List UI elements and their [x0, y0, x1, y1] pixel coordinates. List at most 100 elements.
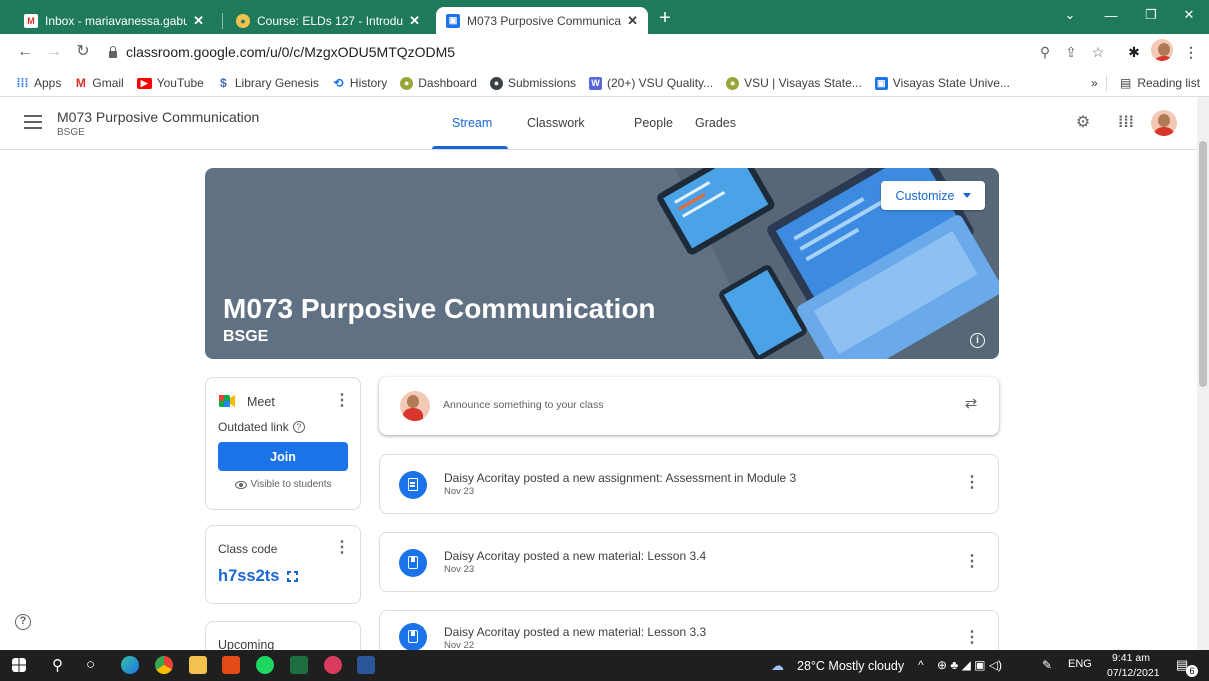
office-icon[interactable]: [222, 656, 240, 674]
classroom-header: M073 Purposive Communication BSGE Stream…: [0, 97, 1197, 150]
scrollbar-thumb[interactable]: [1199, 141, 1207, 387]
bookmark-label: (20+) VSU Quality...: [607, 76, 714, 90]
gmail-icon: M: [74, 76, 88, 90]
customize-label: Customize: [895, 188, 955, 203]
meet-more-options-icon[interactable]: ⋮: [334, 393, 350, 409]
chrome-icon[interactable]: [155, 656, 173, 674]
post-more-options-icon[interactable]: ⋮: [964, 554, 980, 570]
post-date: Nov 23: [444, 564, 475, 575]
close-window-button[interactable]: ✕: [1169, 0, 1209, 30]
clock-time[interactable]: 9:41 am: [1112, 652, 1150, 664]
bookmark-vsu-quality[interactable]: W (20+) VSU Quality...: [589, 76, 713, 90]
reading-list-button[interactable]: ▤ Reading list: [1120, 70, 1200, 96]
bookmark-submissions[interactable]: ● Submissions: [489, 76, 576, 90]
windows-start-icon[interactable]: [12, 658, 26, 672]
bookmark-visayas-state-univ[interactable]: ▣ Visayas State Unive...: [874, 76, 1010, 90]
tab-classwork[interactable]: Classwork: [527, 116, 585, 130]
help-icon[interactable]: ?: [15, 614, 31, 630]
spotify-icon[interactable]: [256, 656, 274, 674]
tab-people[interactable]: People: [634, 116, 673, 130]
forward-arrow-icon[interactable]: →: [44, 42, 64, 62]
pen-icon[interactable]: ✎: [1042, 658, 1052, 672]
bookmark-vsu-visayas[interactable]: ● VSU | Visayas State...: [726, 76, 862, 90]
tab-classroom-active[interactable]: ▣ M073 Purposive Communication ✕: [436, 7, 648, 34]
address-bar[interactable]: classroom.google.com/u/0/c/MzgxODU5MTQzO…: [108, 41, 1068, 63]
moodle-icon: ●: [236, 13, 250, 28]
close-tab-icon[interactable]: ✕: [193, 13, 204, 29]
main-menu-icon[interactable]: [24, 115, 42, 129]
tab-course-elds[interactable]: ● Course: ELDs 127 - Introduction t ✕: [226, 7, 430, 34]
minimize-button[interactable]: —: [1091, 0, 1131, 30]
file-explorer-icon[interactable]: [189, 656, 207, 674]
reuse-post-icon[interactable]: ⇄: [962, 395, 980, 413]
bookmark-gmail[interactable]: M Gmail: [74, 76, 124, 90]
join-button[interactable]: Join: [218, 442, 348, 471]
fullscreen-icon[interactable]: [287, 571, 299, 582]
class-settings-gear-icon[interactable]: ⚙: [1071, 111, 1095, 135]
bookmark-dashboard[interactable]: ● Dashboard: [400, 76, 477, 90]
extensions-icon[interactable]: ✱: [1125, 43, 1143, 61]
url-text: classroom.google.com/u/0/c/MzgxODU5MTQzO…: [126, 44, 456, 60]
weather-text[interactable]: 28°C Mostly cloudy: [797, 659, 904, 673]
share-icon[interactable]: ⇪: [1062, 43, 1080, 61]
post-more-options-icon[interactable]: ⋮: [964, 630, 980, 646]
bookmark-youtube[interactable]: ▶ YouTube: [136, 76, 204, 90]
google-apps-icon[interactable]: ⁞⁞⁞: [1114, 111, 1138, 135]
stream-post[interactable]: Daisy Acoritay posted a new material: Le…: [379, 610, 999, 651]
class-code-more-options-icon[interactable]: ⋮: [334, 540, 350, 556]
chrome-menu-icon[interactable]: ⋮: [1182, 43, 1200, 61]
dashboard-icon: ●: [400, 76, 414, 90]
bookmark-library-genesis[interactable]: $ Library Genesis: [217, 76, 319, 90]
back-arrow-icon[interactable]: ←: [15, 42, 35, 62]
post-date: Nov 23: [444, 486, 475, 497]
post-more-options-icon[interactable]: ⋮: [964, 475, 980, 491]
lock-icon: [108, 46, 118, 58]
bookmarks-overflow-button[interactable]: »: [1091, 70, 1098, 96]
customize-button[interactable]: Customize: [881, 181, 985, 210]
stream-post[interactable]: Daisy Acoritay posted a new material: Le…: [379, 532, 999, 592]
tab-grades[interactable]: Grades: [695, 116, 736, 130]
close-tab-icon[interactable]: ✕: [627, 13, 638, 29]
profile-avatar[interactable]: [1151, 39, 1173, 61]
restore-button[interactable]: ❐: [1131, 0, 1171, 30]
class-info-icon[interactable]: i: [970, 333, 985, 348]
announce-box[interactable]: Announce something to your class ⇄: [379, 377, 999, 435]
class-code-value[interactable]: h7ss2ts: [218, 567, 299, 586]
bookmark-history[interactable]: ⟲ History: [332, 76, 387, 90]
search-icon[interactable]: ⚲: [52, 656, 63, 674]
zoom-icon[interactable]: ⚲: [1036, 43, 1054, 61]
bookmark-label: YouTube: [156, 76, 204, 90]
close-tab-icon[interactable]: ✕: [409, 13, 420, 29]
new-tab-button[interactable]: +: [653, 7, 677, 31]
cortana-icon[interactable]: ○: [86, 656, 95, 673]
word-icon[interactable]: [357, 656, 375, 674]
page-scrollbar[interactable]: [1197, 97, 1209, 650]
tab-search-icon[interactable]: ⌄: [1050, 0, 1090, 30]
meet-card: Meet ⋮ Outdated link ? Join Visible to s…: [205, 377, 361, 510]
system-tray-icons[interactable]: ⊕ ♣ ◢ ▣ ◁): [937, 658, 1002, 672]
tab-title: Inbox - mariavanessa.gabunada@: [45, 13, 188, 28]
header-class-name[interactable]: M073 Purposive Communication: [57, 109, 259, 125]
stream-post[interactable]: Daisy Acoritay posted a new assignment: …: [379, 454, 999, 514]
tab-title: M073 Purposive Communication: [467, 13, 622, 28]
account-avatar[interactable]: [1151, 110, 1177, 136]
bookmark-apps[interactable]: ⁞⁞⁞ Apps: [16, 76, 62, 90]
help-icon[interactable]: ?: [292, 421, 305, 433]
show-hidden-icons-icon[interactable]: ^: [918, 658, 924, 672]
tab-gmail-inbox[interactable]: M Inbox - mariavanessa.gabunada@ ✕: [14, 7, 214, 34]
tab-stream[interactable]: Stream: [452, 116, 492, 130]
windows-taskbar: ⚲ ○ ☁ 28°C Mostly cloudy ^ ⊕ ♣ ◢ ▣ ◁) ✎ …: [0, 650, 1209, 681]
clock-date[interactable]: 07/12/2021: [1107, 667, 1160, 679]
reload-icon[interactable]: ↻: [73, 42, 93, 62]
banner-section: BSGE: [223, 328, 269, 345]
edge-icon[interactable]: [121, 656, 139, 674]
gmail-icon: M: [24, 13, 38, 28]
excel-icon[interactable]: [290, 656, 308, 674]
app-icon[interactable]: [324, 656, 342, 674]
bookmarks-bar: ⁞⁞⁞ Apps M Gmail ▶ YouTube $ Library Gen…: [0, 70, 1209, 97]
language-indicator[interactable]: ENG: [1068, 658, 1092, 670]
bookmark-star-icon[interactable]: ☆: [1089, 43, 1107, 61]
bookmark-label: VSU | Visayas State...: [744, 76, 862, 90]
history-icon: ⟲: [333, 76, 344, 90]
apps-grid-icon: ⁞⁞⁞: [16, 76, 29, 90]
